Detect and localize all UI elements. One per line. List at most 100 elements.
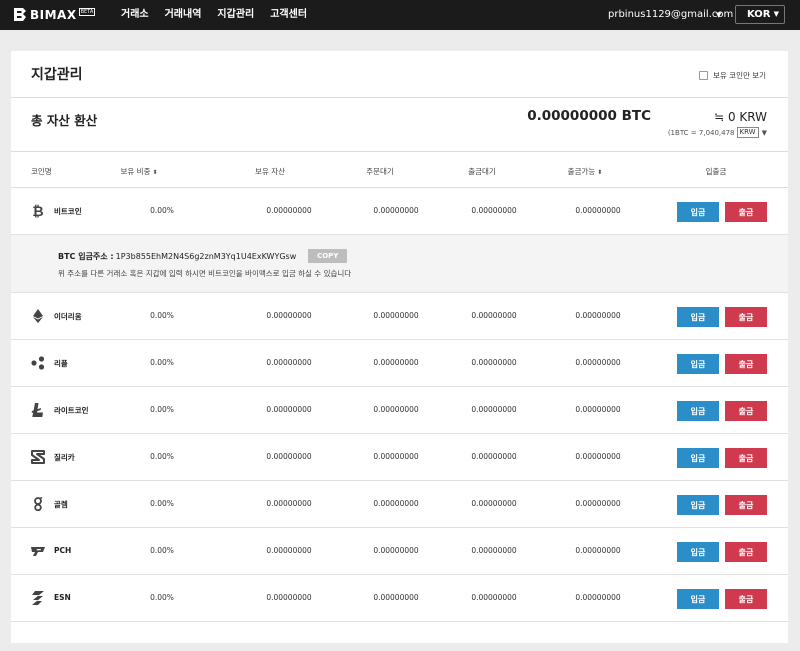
deposit-button[interactable]: 입금 — [677, 202, 719, 222]
bimax-logo-icon — [14, 8, 26, 21]
table-row[interactable]: 리플 0.00% 0.00000000 0.00000000 0.0000000… — [11, 340, 788, 387]
order-wait-amount: 0.00000000 — [373, 499, 419, 508]
deposit-address-label: BTC 입금주소 : — [58, 251, 114, 261]
available-amount: 0.00000000 — [575, 206, 621, 215]
order-wait-amount: 0.00000000 — [373, 358, 419, 367]
holding-ratio: 0.00% — [150, 405, 174, 414]
deposit-button[interactable]: 입금 — [677, 401, 719, 421]
available-amount: 0.00000000 — [575, 358, 621, 367]
deposit-address-line: BTC 입금주소 : 1P3b855EhM2N4S6g2znM3Yq1U4ExK… — [58, 249, 348, 263]
deposit-button[interactable]: 입금 — [677, 589, 719, 609]
chevron-down-icon: ▼ — [773, 10, 779, 18]
table-row[interactable]: ₿ 비트코인 0.00% 0.00000000 0.00000000 0.000… — [11, 188, 788, 235]
withdraw-wait-amount: 0.00000000 — [471, 405, 517, 414]
nav-support[interactable]: 고객센터 — [270, 0, 307, 30]
holding-ratio: 0.00% — [150, 593, 174, 602]
coin-name: ESN — [54, 593, 71, 602]
withdraw-button[interactable]: 출금 — [725, 448, 767, 468]
column-header-transfer: 입출금 — [705, 167, 727, 176]
holding-ratio: 0.00% — [150, 206, 174, 215]
language-select[interactable]: KOR ▼ — [735, 5, 785, 24]
deposit-button[interactable]: 입금 — [677, 448, 719, 468]
account-dropdown-icon[interactable]: ▼ — [716, 0, 721, 30]
withdraw-button[interactable]: 출금 — [725, 542, 767, 562]
column-header-available[interactable]: 출금가능 ⬍ — [568, 166, 603, 177]
deposit-button[interactable]: 입금 — [677, 495, 719, 515]
withdraw-button[interactable]: 출금 — [725, 495, 767, 515]
deposit-button[interactable]: 입금 — [677, 354, 719, 374]
holding-amount: 0.00000000 — [266, 593, 312, 602]
logo-text: BIMAX — [30, 7, 77, 22]
deposit-notice: 위 주소를 다른 거래소 혹은 지갑에 입력 하시면 비트코인을 바이맥스로 입… — [58, 269, 352, 278]
account-email[interactable]: prbinus1129@gmail.com — [608, 0, 733, 30]
bitcoin-icon: ₿ — [32, 204, 43, 218]
holding-amount: 0.00000000 — [266, 499, 312, 508]
caret-down-icon[interactable]: ▼ — [762, 129, 767, 137]
litecoin-icon — [31, 403, 43, 417]
holding-amount: 0.00000000 — [266, 311, 312, 320]
language-value: KOR — [747, 9, 771, 20]
coin-name: 리플 — [54, 359, 68, 368]
order-wait-amount: 0.00000000 — [373, 405, 419, 414]
top-navigation-bar: BIMAX BETA 거래소 거래내역 지갑관리 고객센터 prbinus112… — [0, 0, 800, 30]
holding-only-checkbox[interactable] — [699, 71, 708, 80]
nav-history[interactable]: 거래내역 — [165, 0, 202, 30]
bimax-logo[interactable]: BIMAX BETA — [13, 7, 96, 22]
deposit-button[interactable]: 입금 — [677, 542, 719, 562]
table-row[interactable]: 골렘 0.00% 0.00000000 0.00000000 0.0000000… — [11, 481, 788, 528]
table-row[interactable]: ESN 0.00% 0.00000000 0.00000000 0.000000… — [11, 575, 788, 622]
holding-only-toggle[interactable]: 보유 코인만 보기 — [699, 70, 766, 81]
column-header-ratio-label: 보유 비중 — [120, 167, 151, 176]
withdraw-button[interactable]: 출금 — [725, 354, 767, 374]
deposit-address-panel: BTC 입금주소 : 1P3b855EhM2N4S6g2znM3Yq1U4ExK… — [11, 235, 788, 293]
coin-name: PCH — [54, 546, 72, 555]
order-wait-amount: 0.00000000 — [373, 206, 419, 215]
ethereum-icon — [33, 309, 43, 323]
rate-currency-select[interactable]: KRW — [736, 127, 759, 138]
golem-icon — [34, 497, 43, 511]
total-asset-label: 총 자산 환산 — [31, 113, 98, 128]
main-nav: 거래소 거래내역 지갑관리 고객센터 — [121, 0, 323, 30]
sort-icon[interactable]: ⬍ — [597, 169, 602, 176]
table-row[interactable]: 라이트코인 0.00% 0.00000000 0.00000000 0.0000… — [11, 387, 788, 434]
column-header-holding: 보유 자산 — [255, 167, 285, 176]
holding-amount: 0.00000000 — [266, 452, 312, 461]
available-amount: 0.00000000 — [575, 405, 621, 414]
withdraw-button[interactable]: 출금 — [725, 589, 767, 609]
coin-name: 이더리움 — [54, 312, 82, 321]
divider — [11, 151, 788, 152]
withdraw-button[interactable]: 출금 — [725, 202, 767, 222]
sort-icon[interactable]: ⬍ — [152, 169, 157, 176]
withdraw-wait-amount: 0.00000000 — [471, 546, 517, 555]
holding-ratio: 0.00% — [150, 452, 174, 461]
copy-address-button[interactable]: COPY — [308, 249, 348, 263]
table-row[interactable]: 질리카 0.00% 0.00000000 0.00000000 0.000000… — [11, 434, 788, 481]
nav-exchange[interactable]: 거래소 — [121, 0, 149, 30]
deposit-button[interactable]: 입금 — [677, 307, 719, 327]
available-amount: 0.00000000 — [575, 593, 621, 602]
withdraw-button[interactable]: 출금 — [725, 401, 767, 421]
deposit-address-value[interactable]: 1P3b855EhM2N4S6g2znM3Yq1U4ExKWYGsw — [116, 252, 297, 261]
available-amount: 0.00000000 — [575, 499, 621, 508]
withdraw-button[interactable]: 출금 — [725, 307, 767, 327]
table-row[interactable]: PCH 0.00% 0.00000000 0.00000000 0.000000… — [11, 528, 788, 575]
holding-only-label: 보유 코인만 보기 — [713, 71, 767, 80]
holding-amount: 0.00000000 — [266, 405, 312, 414]
nav-wallet[interactable]: 지갑관리 — [217, 0, 254, 30]
column-header-ratio[interactable]: 보유 비중 ⬍ — [120, 166, 157, 177]
coin-name: 비트코인 — [54, 207, 82, 216]
order-wait-amount: 0.00000000 — [373, 546, 419, 555]
withdraw-wait-amount: 0.00000000 — [471, 206, 517, 215]
withdraw-wait-amount: 0.00000000 — [471, 311, 517, 320]
available-amount: 0.00000000 — [575, 311, 621, 320]
coin-name: 라이트코인 — [54, 406, 89, 415]
esn-icon — [32, 591, 44, 605]
order-wait-amount: 0.00000000 — [373, 593, 419, 602]
available-amount: 0.00000000 — [575, 546, 621, 555]
holding-amount: 0.00000000 — [266, 206, 312, 215]
withdraw-wait-amount: 0.00000000 — [471, 593, 517, 602]
withdraw-wait-amount: 0.00000000 — [471, 499, 517, 508]
withdraw-wait-amount: 0.00000000 — [471, 358, 517, 367]
zilliqa-icon — [31, 450, 45, 464]
table-row[interactable]: 이더리움 0.00% 0.00000000 0.00000000 0.00000… — [11, 293, 788, 340]
